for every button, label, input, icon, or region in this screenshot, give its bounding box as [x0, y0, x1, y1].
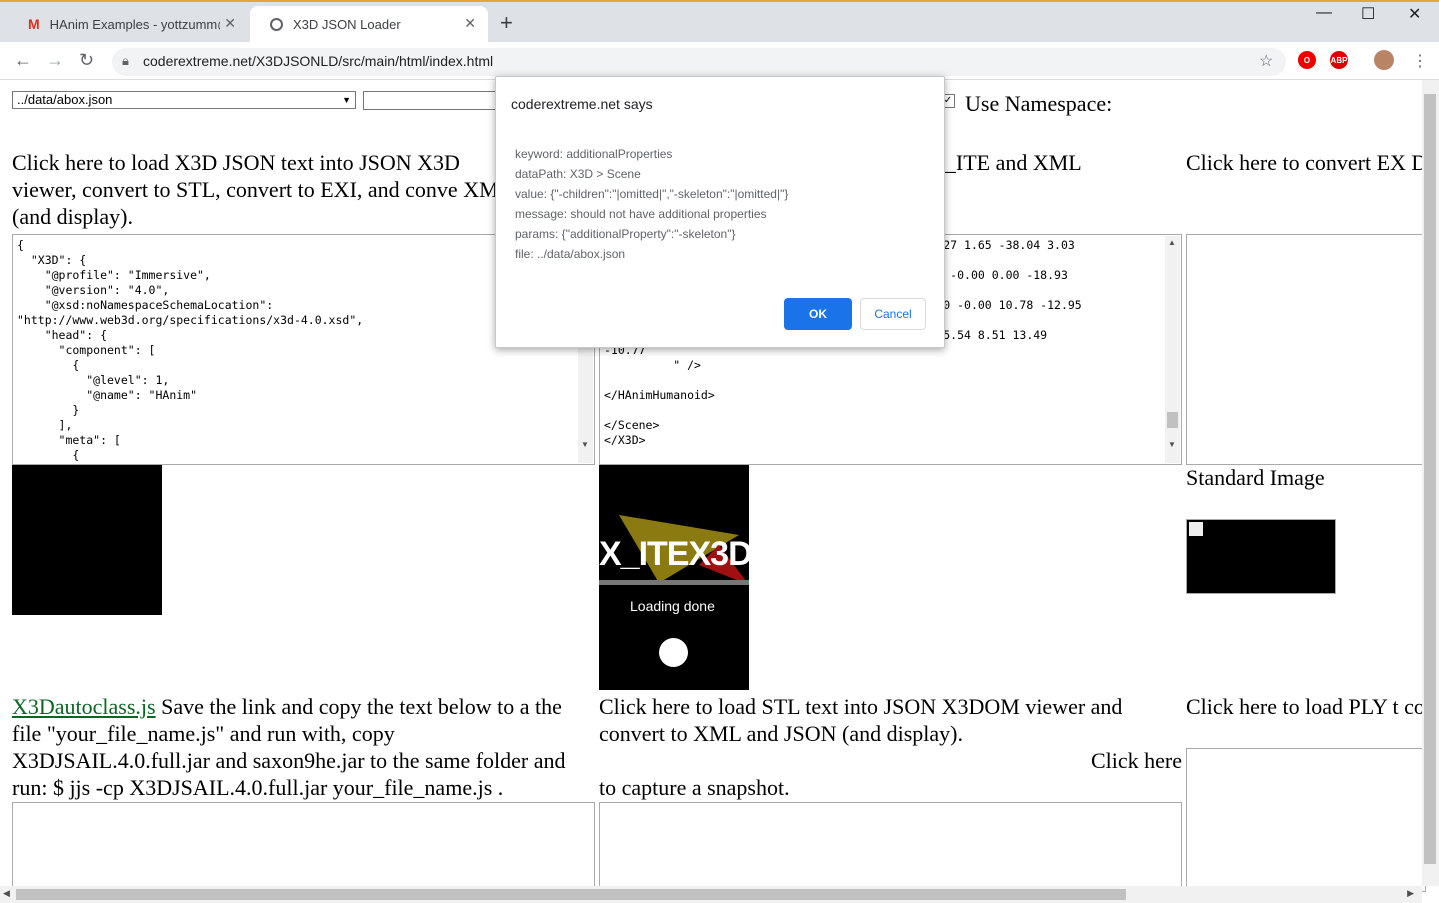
exi-textarea[interactable] [1186, 234, 1426, 465]
text-input[interactable] [363, 91, 503, 110]
scroll-up-icon[interactable]: ▲ [1168, 238, 1176, 247]
file-select[interactable]: ../data/abox.json ▼ [12, 91, 356, 109]
x-ite-logo-text: X_ITEX3D [599, 535, 749, 573]
page-vertical-scrollbar[interactable] [1422, 80, 1439, 886]
alert-dialog: coderextreme.net says keyword: additiona… [495, 76, 945, 348]
url-text[interactable]: coderextreme.net/X3DJSONLD/src/main/html… [143, 53, 493, 69]
namespace-label: Use Namespace: [965, 91, 1113, 116]
opera-extension-icon[interactable]: O [1298, 51, 1316, 69]
cancel-button[interactable]: Cancel [860, 298, 926, 330]
tab-label: X3D JSON Loader [293, 16, 401, 32]
json-viewer-canvas[interactable] [12, 465, 162, 615]
tab-x3d-json-loader[interactable]: X3D JSON Loader ✕ [250, 6, 488, 42]
dialog-message: keyword: additionalProperties dataPath: … [515, 147, 789, 261]
loading-status: Loading done [630, 598, 715, 614]
maximize-button[interactable]: ☐ [1361, 4, 1375, 24]
new-tab-button[interactable]: + [500, 10, 513, 36]
loading-bar [599, 580, 749, 585]
scroll-thumb[interactable] [1424, 94, 1436, 864]
page-horizontal-scrollbar[interactable]: ◀ ▶ [0, 886, 1422, 903]
reload-icon[interactable]: ↻ [79, 50, 94, 71]
scroll-thumb[interactable] [1167, 412, 1178, 428]
lock-icon[interactable]: 🔒︎ [122, 53, 129, 69]
standard-image-label: Standard Image [1186, 465, 1325, 490]
menu-dots-icon[interactable]: ⋮ [1412, 51, 1428, 71]
dialog-title: coderextreme.net says [511, 96, 653, 112]
convert-exi-link[interactable]: Click here to convert EX Display. [1186, 149, 1439, 176]
back-arrow-icon[interactable]: ← [14, 50, 32, 71]
window-close-button[interactable]: ✕ [1408, 4, 1421, 24]
load-stl-link[interactable]: Click here to load STL text into JSON X3… [599, 694, 1122, 746]
gmail-icon: M [28, 16, 40, 32]
dropdown-arrow-icon: ▼ [342, 95, 351, 105]
x-ite-text: X_ITE and XML [929, 150, 1082, 175]
viewer-dot [659, 638, 688, 667]
scroll-left-icon[interactable]: ◀ [3, 888, 10, 899]
x-ite-viewer-canvas[interactable]: X_ITEX3D Loading done [599, 465, 749, 690]
autoclass-section: X3Dautoclass.js Save the link and copy t… [12, 693, 592, 801]
close-icon[interactable]: ✕ [224, 15, 236, 32]
autoclass-textarea[interactable] [12, 802, 595, 892]
select-value: ../data/abox.json [17, 92, 113, 107]
stl-section: Click here to load STL text into JSON X3… [599, 693, 1182, 801]
avatar[interactable] [1374, 50, 1394, 70]
minimize-button[interactable]: — [1316, 4, 1332, 22]
scroll-down-icon[interactable]: ▼ [581, 440, 589, 449]
bookmark-star-icon[interactable]: ☆ [1259, 51, 1273, 71]
standard-image [1186, 519, 1336, 594]
textarea-scrollbar[interactable]: ▲ ▼ [1165, 236, 1180, 463]
snapshot-text: to capture a snapshot. [599, 775, 790, 800]
ok-button[interactable]: OK [784, 298, 852, 330]
stl-textarea[interactable] [599, 802, 1182, 892]
tab-gmail[interactable]: M HAnim Examples - yottzumm@g ✕ [8, 6, 248, 42]
snapshot-link[interactable]: Click here [599, 747, 1182, 774]
x-ite-link[interactable]: X_ITE and XML . [929, 149, 1129, 203]
scroll-down-icon[interactable]: ▼ [1168, 440, 1176, 449]
scroll-thumb[interactable] [16, 889, 1126, 900]
autoclass-link[interactable]: X3Dautoclass.js [12, 694, 156, 719]
close-icon[interactable]: ✕ [464, 15, 476, 32]
scroll-right-icon[interactable]: ▶ [1407, 888, 1414, 899]
ply-textarea[interactable] [1186, 748, 1426, 892]
globe-icon [270, 17, 283, 31]
load-json-link[interactable]: Click here to load X3D JSON text into JS… [12, 149, 512, 230]
forward-arrow-icon[interactable]: → [46, 50, 64, 71]
adblock-extension-icon[interactable]: ABP [1330, 51, 1348, 69]
broken-image-icon [1189, 522, 1203, 536]
tab-label: HAnim Examples - yottzumm@g [49, 16, 220, 32]
load-ply-link[interactable]: Click here to load PLY t convert to XML … [1186, 693, 1439, 720]
